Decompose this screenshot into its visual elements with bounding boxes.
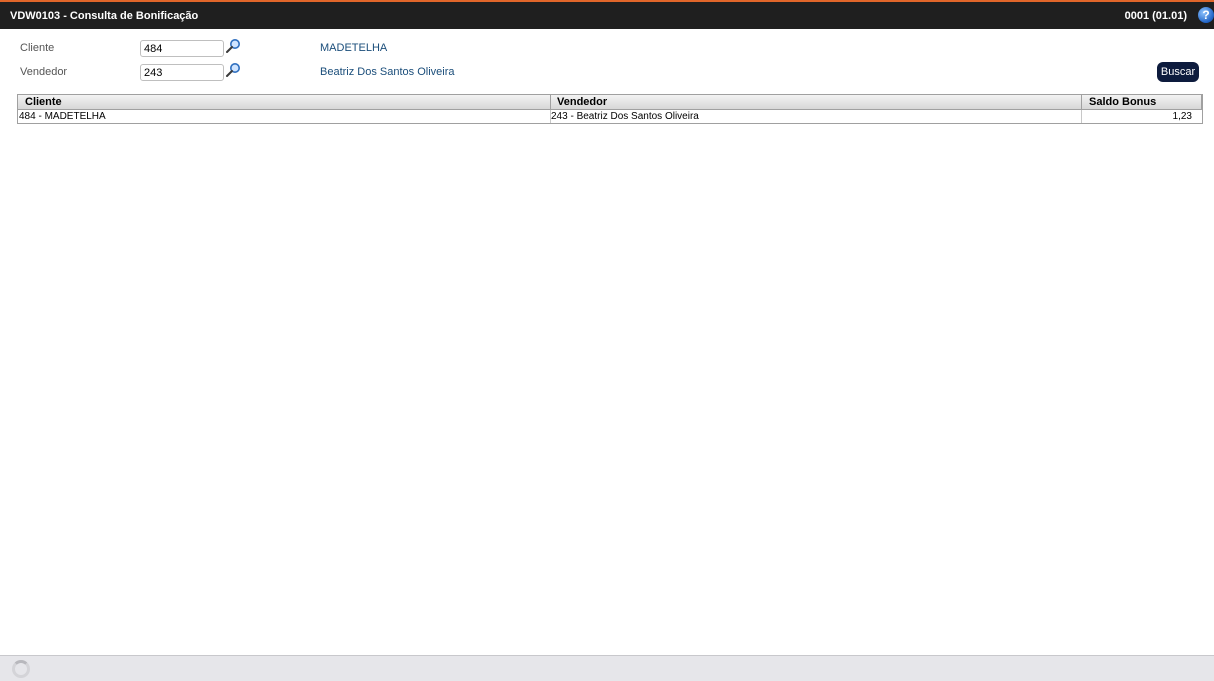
column-header-cliente[interactable]: Cliente [18,95,551,109]
loading-spinner-icon [12,660,30,678]
vendedor-lookup-magnifier-icon[interactable] [225,62,241,78]
cell-saldo-bonus: 1,23 [1172,111,1192,122]
table-header: Cliente Vendedor Saldo Bonus [18,95,1202,110]
title-bar: VDW0103 - Consulta de Bonificação 0001 (… [0,0,1214,29]
vendedor-description: Beatriz Dos Santos Oliveira [320,66,455,78]
table-row[interactable]: 484 - MADETELHA 243 - Beatriz Dos Santos… [18,110,1202,123]
company-code: 0001 (01.01) [1124,10,1187,22]
status-bar [0,655,1214,681]
results-table: Cliente Vendedor Saldo Bonus 484 - MADET… [17,94,1203,124]
vendedor-field[interactable] [140,64,224,81]
cliente-label: Cliente [20,42,55,54]
page-title: VDW0103 - Consulta de Bonificação [10,10,199,22]
help-icon[interactable]: ? [1198,7,1214,23]
vendedor-label: Vendedor [20,66,68,78]
column-header-saldo-bonus[interactable]: Saldo Bonus [1082,95,1202,109]
cell-vendedor: 243 - Beatriz Dos Santos Oliveira [551,110,1082,123]
buscar-button[interactable]: Buscar [1157,62,1199,82]
cliente-field[interactable] [140,40,224,57]
column-header-vendedor[interactable]: Vendedor [551,95,1082,109]
cliente-lookup-magnifier-icon[interactable] [225,38,241,54]
cliente-description: MADETELHA [320,42,388,54]
cell-cliente: 484 - MADETELHA [18,110,551,123]
